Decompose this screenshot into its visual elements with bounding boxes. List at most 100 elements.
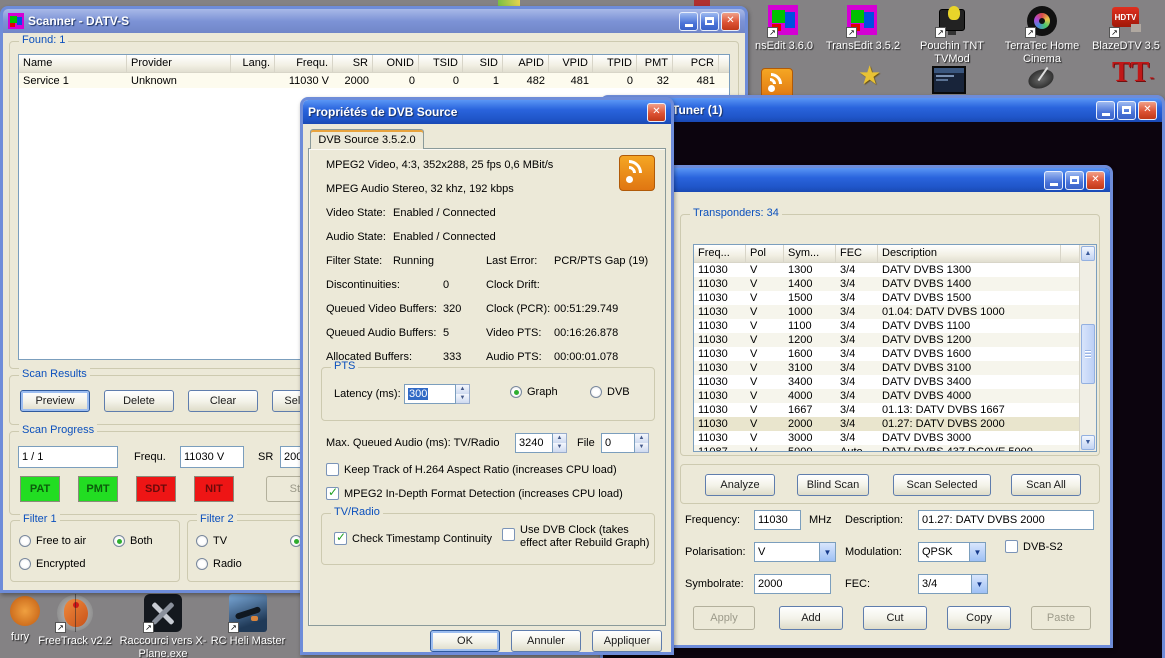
radio-graph[interactable]: Graph [510,386,558,398]
transponders-titlebar[interactable]: ✕ [669,168,1110,192]
desktop-icon-blazedtv[interactable]: HDTV ↗ BlazeDTV 3.5 [1088,5,1164,53]
transponder-row[interactable]: 11030V34003/4DATV DVBS 3400 [694,375,1080,389]
cancel-button[interactable]: Annuler [511,630,581,652]
column-header[interactable]: PMT [637,55,673,72]
transponder-row[interactable]: 11030V31003/4DATV DVBS 3100 [694,361,1080,375]
frequency-input[interactable]: 11030 [754,510,801,530]
desktop-icon-transedit-352[interactable]: ↗ TransEdit 3.5.2 [820,5,906,53]
description-input[interactable]: 01.27: DATV DVBS 2000 [918,510,1094,530]
wizard-star-icon[interactable]: ★ [858,60,881,91]
analyze-button[interactable]: Analyze [705,474,775,496]
transponder-row[interactable]: 11030V16003/4DATV DVBS 1600 [694,347,1080,361]
column-header[interactable]: Pol [746,245,784,262]
console-window-icon[interactable] [932,66,966,94]
chevron-down-icon[interactable]: ▼ [819,543,835,561]
mpeg2-indepth-checkbox[interactable]: MPEG2 In-Depth Format Detection (increas… [326,487,623,500]
radio-tv[interactable]: TV [196,535,227,547]
scanner-table-row[interactable]: Service 1Unknown11030 V20000014824810324… [19,73,729,88]
add-button[interactable]: Add [779,606,843,630]
h264-aspect-checkbox[interactable]: Keep Track of H.264 Aspect Ratio (increa… [326,463,617,476]
spin-down-icon[interactable]: ▼ [553,443,566,452]
column-header[interactable]: Name [19,55,127,72]
transponder-row[interactable]: 11030V20003/401.27: DATV DVBS 2000 [694,417,1080,431]
latency-spinner[interactable]: ▲▼ [456,384,470,404]
radio-both[interactable]: Both [113,535,153,547]
column-header[interactable]: Freq... [694,245,746,262]
scan-counter-field[interactable]: 1 / 1 [18,446,118,468]
scan-all-button[interactable]: Scan All [1011,474,1081,496]
max-queued-file-spinner[interactable]: ▲▼ [635,433,649,453]
latency-input[interactable]: 300 [404,384,456,404]
column-header[interactable]: Provider [127,55,231,72]
vertical-scrollbar[interactable]: ▲ ▼ [1079,245,1096,451]
blind-scan-button[interactable]: Blind Scan [797,474,869,496]
modulation-select[interactable]: QPSK▼ [918,542,986,562]
desktop-icon-transedit-360[interactable]: ↗ nsEdit 3.6.0 [746,5,822,53]
column-header[interactable]: TSID [419,55,463,72]
tab-dvb-source[interactable]: DVB Source 3.5.2.0 [310,129,424,149]
column-header[interactable]: ONID [373,55,419,72]
polarisation-select[interactable]: V▼ [754,542,836,562]
symbolrate-input[interactable]: 2000 [754,574,831,594]
delete-button[interactable]: Delete [104,390,174,412]
close-button[interactable]: ✕ [647,103,666,122]
satellite-dish-icon[interactable] [1026,64,1060,94]
column-header[interactable]: PCR [673,55,719,72]
spin-up-icon[interactable]: ▲ [635,434,648,443]
ok-button[interactable]: OK [430,630,500,652]
scroll-down-button[interactable]: ▼ [1081,435,1095,450]
column-header[interactable]: FEC [836,245,878,262]
copy-button[interactable]: Copy [947,606,1011,630]
dvbs2-checkbox[interactable]: DVB-S2 [1005,540,1063,553]
transponder-row[interactable]: 11030V11003/4DATV DVBS 1100 [694,319,1080,333]
preview-button[interactable]: Preview [20,390,90,412]
transponder-row[interactable]: 11030V10003/401.04: DATV DVBS 1000 [694,305,1080,319]
minimize-button[interactable] [679,12,698,31]
apply-button[interactable]: Appliquer [592,630,662,652]
desktop-icon-xplane[interactable]: ↗ Raccourci vers X-Plane.exe [116,594,210,658]
technotrend-icon[interactable]: TT- [1112,58,1154,93]
tuner-titlebar[interactable]: Tuner (1) ✕ [603,98,1162,122]
column-header[interactable]: APID [503,55,549,72]
maximize-button[interactable] [1117,101,1136,120]
column-header[interactable]: Lang. [231,55,275,72]
desktop-icon-rcheli[interactable]: ↗ RC Heli Master [202,594,294,648]
cut-button[interactable]: Cut [863,606,927,630]
scanner-titlebar[interactable]: Scanner - DATV-S ✕ [3,9,745,33]
transponder-row[interactable]: 11030V15003/4DATV DVBS 1500 [694,291,1080,305]
radio-dvb[interactable]: DVB [590,386,630,398]
column-header[interactable]: SID [463,55,503,72]
clear-button[interactable]: Clear [188,390,258,412]
column-header[interactable]: TPID [593,55,637,72]
scroll-thumb[interactable] [1081,324,1095,384]
desktop-icon-freetrack[interactable]: ↗ FreeTrack v2.2 [30,594,120,648]
minimize-button[interactable] [1096,101,1115,120]
maximize-button[interactable] [700,12,719,31]
transponder-row[interactable]: 11087V5000AutoDATV DVBS 437 DG0VE 5000 [694,445,1080,452]
radio-free-to-air[interactable]: Free to air [19,535,86,547]
column-header[interactable]: Description [878,245,1061,262]
chevron-down-icon[interactable]: ▼ [969,543,985,561]
frequ-field[interactable]: 11030 V [180,446,244,468]
column-header[interactable]: Frequ. [275,55,333,72]
transponder-row[interactable]: 11030V14003/4DATV DVBS 1400 [694,277,1080,291]
desktop-icon-pouchin[interactable]: ↗ Pouchin TNT TVMod [908,5,996,66]
scan-selected-button[interactable]: Scan Selected [893,474,991,496]
max-queued-tv-spinner[interactable]: ▲▼ [553,433,567,453]
dialog-titlebar[interactable]: Propriétés de DVB Source ✕ [303,100,671,124]
column-header[interactable]: SR [333,55,373,72]
transponder-row[interactable]: 11030V16673/401.13: DATV DVBS 1667 [694,403,1080,417]
close-button[interactable]: ✕ [1086,171,1105,190]
close-button[interactable]: ✕ [1138,101,1157,120]
max-queued-tv-input[interactable]: 3240 [515,433,553,453]
maximize-button[interactable] [1065,171,1084,190]
transponder-row[interactable]: 11030V30003/4DATV DVBS 3000 [694,431,1080,445]
use-dvb-clock-checkbox[interactable]: Use DVB Clock (takes effect after Rebuil… [502,524,650,550]
fec-select[interactable]: 3/4▼ [918,574,988,594]
transponder-row[interactable]: 11030V12003/4DATV DVBS 1200 [694,333,1080,347]
spin-up-icon[interactable]: ▲ [553,434,566,443]
spin-down-icon[interactable]: ▼ [456,394,469,403]
transponder-row[interactable]: 11030V13003/4DATV DVBS 1300 [694,263,1080,277]
column-header[interactable]: Sym... [784,245,836,262]
spin-down-icon[interactable]: ▼ [635,443,648,452]
